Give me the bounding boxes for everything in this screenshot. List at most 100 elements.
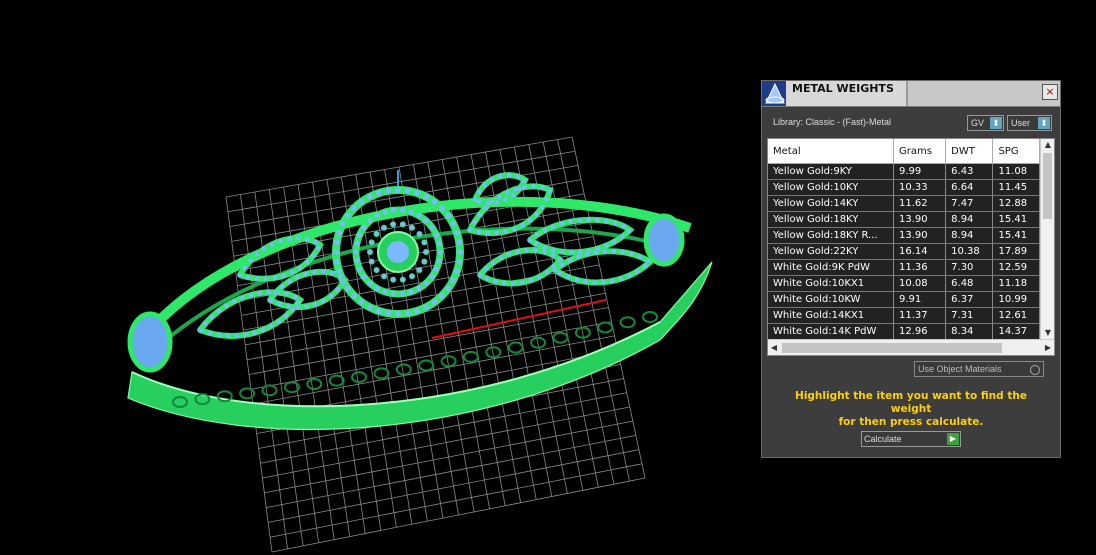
library-label: Library: Classic - (Fast)-Metal bbox=[773, 117, 892, 127]
gemstone bbox=[350, 292, 358, 300]
gemstone bbox=[444, 284, 452, 293]
calculate-label: Calculate bbox=[864, 434, 902, 444]
bangle-model[interactable] bbox=[127, 172, 713, 430]
weights-grid: Metal Grams DWT SPG Yellow Gold:9KY 9.99 6.43… bbox=[768, 139, 1040, 339]
table-row[interactable]: Yellow Gold:10KY 10.33 6.64 11.45 bbox=[768, 179, 1040, 196]
user-dropdown[interactable]: User ⬍ bbox=[1007, 115, 1052, 131]
gemstone bbox=[422, 248, 429, 255]
gemstone bbox=[558, 220, 565, 227]
gemstone bbox=[536, 273, 543, 280]
gemstone bbox=[541, 244, 548, 251]
gemstone bbox=[329, 270, 336, 277]
scroll-left-icon[interactable]: ◀ bbox=[768, 340, 780, 355]
gemstone bbox=[407, 288, 415, 296]
table-cell: Yellow Gold:22KY bbox=[768, 243, 895, 260]
horizontal-scroll-thumb[interactable] bbox=[782, 343, 1002, 353]
gemstone bbox=[496, 193, 503, 200]
gemstone bbox=[421, 258, 428, 265]
table-cell: 10.38 bbox=[945, 243, 994, 260]
gemstone bbox=[542, 227, 548, 234]
gemstone bbox=[292, 294, 298, 300]
column-header-grams[interactable]: Grams bbox=[893, 139, 947, 164]
gemstone bbox=[559, 261, 566, 268]
table-cell: 9.91 bbox=[893, 291, 947, 308]
center-stone bbox=[387, 241, 409, 263]
gemstone bbox=[254, 275, 260, 282]
gemstone bbox=[494, 199, 500, 206]
gemstone bbox=[497, 173, 504, 180]
table-row[interactable]: Yellow Gold:14KY 11.62 7.47 12.88 bbox=[768, 195, 1040, 212]
calculate-button[interactable]: Calculate ▶ bbox=[861, 431, 961, 447]
scroll-right-icon[interactable]: ▶ bbox=[1042, 340, 1054, 355]
panel-titlebar[interactable]: METAL WEIGHTS × bbox=[762, 81, 1060, 107]
column-header-spg[interactable]: SPG bbox=[992, 139, 1040, 164]
table-cell: 11.36 bbox=[893, 259, 947, 276]
gemstone bbox=[549, 251, 556, 258]
gemstone bbox=[594, 217, 601, 223]
grid-line bbox=[571, 136, 646, 479]
column-header-dwt[interactable]: DWT bbox=[945, 139, 994, 164]
table-cell: 11.08 bbox=[992, 163, 1040, 180]
gemstone bbox=[390, 276, 397, 283]
gemstone bbox=[366, 303, 374, 311]
gemstone bbox=[527, 237, 533, 243]
gemstone bbox=[619, 233, 625, 240]
column-header-metal[interactable]: Metal bbox=[768, 139, 895, 164]
table-cell: 13.90 bbox=[893, 227, 947, 244]
metal-weights-table[interactable]: Metal Grams DWT SPG Yellow Gold:9KY 9.99 6.43… bbox=[767, 138, 1055, 356]
table-row[interactable]: White Gold:10KX1 10.08 6.48 11.18 bbox=[768, 275, 1040, 292]
table-cell: 7.31 bbox=[945, 307, 994, 324]
gemstone bbox=[283, 312, 289, 319]
table-cell: 6.48 bbox=[945, 275, 994, 292]
gemstone bbox=[350, 204, 358, 212]
gemstone bbox=[601, 248, 608, 255]
table-cell: 14.37 bbox=[992, 323, 1040, 339]
gemstone bbox=[489, 176, 495, 183]
vertical-scrollbar[interactable]: ▲ ▼ bbox=[1040, 139, 1054, 339]
table-row[interactable]: White Gold:10KW 9.91 6.37 10.99 bbox=[768, 291, 1040, 308]
gemstone bbox=[368, 239, 375, 246]
gemstone bbox=[366, 248, 373, 255]
gemstone bbox=[519, 222, 526, 229]
gemstone bbox=[413, 189, 421, 197]
gemstone bbox=[515, 173, 521, 180]
gv-dropdown[interactable]: GV ⬍ bbox=[967, 115, 1004, 131]
gemstone bbox=[333, 258, 341, 266]
gemstone bbox=[497, 255, 504, 261]
table-row[interactable]: Yellow Gold:22KY 16.14 10.38 17.89 bbox=[768, 243, 1040, 260]
gemstone bbox=[366, 193, 374, 201]
gemstone bbox=[430, 198, 439, 206]
gemstone bbox=[215, 332, 222, 338]
gemstone bbox=[373, 266, 380, 273]
gemstone bbox=[565, 274, 572, 280]
table-row[interactable]: Yellow Gold:9KY 9.99 6.43 11.08 bbox=[768, 163, 1040, 180]
gemstone bbox=[416, 231, 423, 238]
engraved-eye bbox=[642, 311, 658, 323]
gemstone bbox=[399, 276, 406, 283]
gemstone bbox=[456, 248, 464, 256]
table-row[interactable]: White Gold:14KX1 11.37 7.31 12.61 bbox=[768, 307, 1040, 324]
gemstone bbox=[550, 247, 557, 253]
gemstone bbox=[380, 273, 387, 280]
table-row[interactable]: White Gold:9K PdW 11.36 7.30 12.59 bbox=[768, 259, 1040, 276]
gemstone bbox=[265, 289, 272, 296]
gemstone bbox=[510, 192, 517, 198]
vertical-scroll-thumb[interactable] bbox=[1043, 153, 1052, 219]
gemstone bbox=[610, 248, 617, 255]
horizontal-scrollbar[interactable]: ◀ ▶ bbox=[768, 339, 1054, 355]
scroll-down-icon[interactable]: ▼ bbox=[1041, 327, 1054, 339]
scroll-up-icon[interactable]: ▲ bbox=[1041, 139, 1054, 151]
gemstone bbox=[380, 224, 387, 231]
gemstone bbox=[514, 248, 521, 255]
table-row[interactable]: Yellow Gold:18KY 13.90 8.94 15.41 bbox=[768, 211, 1040, 228]
right-end-setting bbox=[643, 213, 685, 267]
engraved-eye bbox=[552, 331, 569, 344]
use-object-materials-toggle[interactable]: Use Object Materials bbox=[914, 361, 1044, 377]
gemstone bbox=[546, 187, 553, 194]
table-row[interactable]: Yellow Gold:18KY R... 13.90 8.94 15.41 bbox=[768, 227, 1040, 244]
gemstone bbox=[303, 303, 310, 310]
gemstone bbox=[398, 290, 406, 298]
gemstone bbox=[275, 318, 282, 325]
close-button[interactable]: × bbox=[1042, 84, 1058, 100]
table-row[interactable]: White Gold:14K PdW 12.96 8.34 14.37 bbox=[768, 323, 1040, 339]
